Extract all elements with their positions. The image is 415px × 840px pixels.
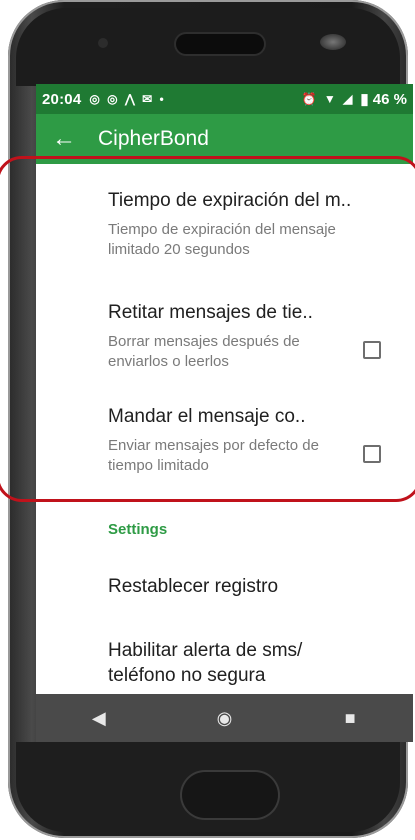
pref-summary: Enviar mensajes por defecto de tiempo li… (108, 437, 319, 474)
nav-back-icon[interactable]: ◀ (75, 708, 123, 729)
system-status-icons: ⏰ ▼ ◢ (301, 92, 355, 106)
pref-title: Tiempo de expiración del m.. (108, 190, 352, 211)
send-default-timed-checkbox[interactable] (363, 445, 381, 463)
settings-item-insecure-alert[interactable]: Habilitar alerta de sms/ teléfono no seg… (36, 638, 413, 688)
pref-send-default-timed[interactable]: Mandar el mensaje co.. Enviar mensajes p… (36, 406, 413, 476)
screen: 20:04 ◎ ◎ ⋀ ✉ • ⏰ ▼ ◢ ▮ 46 % ← CipherBon… (36, 84, 413, 742)
section-header-settings: Settings (108, 521, 168, 538)
status-bar: 20:04 ◎ ◎ ⋀ ✉ • ⏰ ▼ ◢ ▮ 46 % (36, 84, 413, 114)
pref-summary: Borrar mensajes después de enviarlos o l… (108, 333, 300, 370)
pref-title: Retitar mensajes de tie.. (108, 302, 313, 323)
settings-item-title: Restablecer registro (108, 576, 279, 597)
status-time: 20:04 (42, 90, 82, 108)
navigation-bar: ◀ ◉ ■ (36, 694, 413, 742)
settings-item-title: Habilitar alerta de sms/ teléfono no seg… (108, 640, 303, 686)
nav-home-icon[interactable]: ◉ (200, 708, 248, 729)
pref-title: Mandar el mensaje co.. (108, 406, 306, 427)
settings-item-reset-log[interactable]: Restablecer registro (36, 576, 413, 598)
front-camera-icon (320, 34, 346, 50)
page-title: CipherBond (98, 127, 209, 150)
remove-messages-checkbox[interactable] (363, 341, 381, 359)
pref-expiration-time[interactable]: Tiempo de expiración del m.. Tiempo de e… (36, 190, 413, 260)
nav-recents-icon[interactable]: ■ (326, 708, 374, 729)
back-arrow-icon[interactable]: ← (40, 115, 88, 163)
proximity-sensor (98, 38, 108, 48)
earpiece-speaker (176, 34, 264, 54)
fingerprint-home-button[interactable] (182, 772, 278, 818)
preferences-list: Tiempo de expiración del m.. Tiempo de e… (36, 164, 413, 694)
pref-summary: Tiempo de expiración del mensaje limitad… (108, 221, 336, 258)
notification-icons: ◎ ◎ ⋀ ✉ • (89, 92, 166, 106)
app-bar: ← CipherBond (36, 114, 413, 164)
pref-remove-messages[interactable]: Retitar mensajes de tie.. Borrar mensaje… (36, 302, 413, 372)
battery-indicator: ▮ 46 % (360, 91, 407, 108)
